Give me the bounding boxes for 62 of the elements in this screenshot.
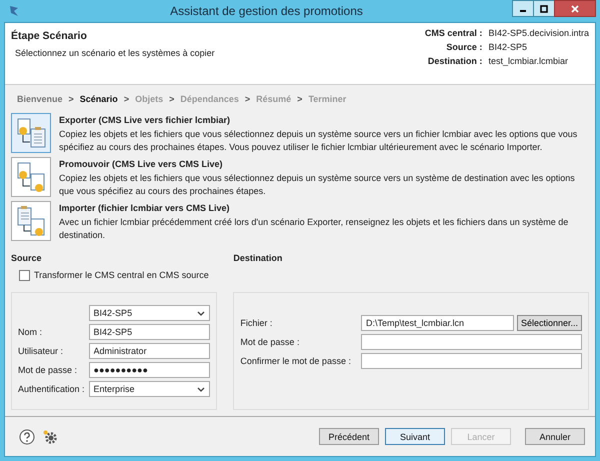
info-value: test_lcmbiar.lcmbiar [488,56,569,66]
scenario-title: Promouvoir (CMS Live vers CMS Live) [59,159,224,170]
field-label: Fichier : [240,318,274,328]
field-label: Authentification : [18,384,86,394]
minimize-button[interactable] [512,0,534,17]
step-label: Terminer [308,94,346,104]
step-separator: > [169,94,174,104]
field-label: Utilisateur : [18,346,64,356]
gear-icon [43,430,57,444]
maximize-button[interactable] [533,0,555,17]
field-label: Confirmer le mot de passe : [240,356,352,366]
step-separator: > [124,94,130,104]
step-label: Bienvenue [17,94,63,104]
app-icon [8,4,20,18]
scenario-button[interactable] [11,113,51,153]
scenario-description: Copiez les objets et les fichiers que vous sélectionnez depuis un système source vers un fichier lcmbiar avec les options que vous spécifiez au cours des prochaines étapes. Vous pouvez utiliser le fichier lcmbiar ultérieurement avec le scénario Importer. [59,128,578,154]
section-heading: Destination [233,253,284,264]
file-path-field[interactable]: D:\Temp\test_lcmbiar.lcn [360,315,514,332]
footer-button[interactable]: Annuler [525,428,585,445]
step-separator: > [68,94,74,104]
scenario-description: Copiez les objets et les fichiers que vous sélectionnez depuis un système source vers un système de destination avec les options que vous spécifiez au cours des prochaines étapes. [59,172,576,198]
close-icon [571,4,579,12]
step-label: Résumé [256,94,292,104]
footer-button[interactable]: Précédent [319,428,379,445]
step-separator: > [244,94,250,104]
text-field[interactable] [360,334,582,350]
step-separator: > [297,94,302,104]
text-field[interactable]: ●●●●●●●●●● [88,362,210,378]
chevron-down-icon [197,386,206,392]
dropdown[interactable]: Enterprise [88,381,210,398]
text-field[interactable]: BI42-SP5 [88,324,210,340]
close-button[interactable] [554,0,596,17]
checkbox[interactable] [19,270,30,281]
footer-button[interactable]: Suivant [385,428,445,445]
help-icon [19,428,35,444]
chevron-down-icon [197,310,206,316]
text-field[interactable] [360,353,582,370]
info-label: Destination : [426,56,482,66]
text-field[interactable]: Administrator [88,343,210,360]
info-label: CMS central : [424,28,482,38]
field-label: Mot de passe : [18,365,78,376]
step-label: Dépendances [180,94,239,104]
window-title: Assistant de gestion des promotions [169,4,364,18]
scenario-button[interactable] [11,157,51,198]
dropdown[interactable]: BI42-SP5 [88,305,210,322]
page-title: Étape Scénario [11,30,88,42]
scenario-title: Exporter (CMS Live vers fichier lcmbiar) [59,115,232,125]
scenario-title: Importer (fichier lcmbiar vers CMS Live) [59,203,231,214]
page-subtitle: Sélectionnez un scénario et les systèmes à copier [15,48,215,58]
step-label: Objets [135,94,164,104]
info-label: Source : [445,42,482,52]
scenario-description: Avec un fichier lcmbiar précédemment créé lors d'un scénario Exporter, renseignez les objets et les fichiers dans un système de destination. [59,216,570,242]
info-value: BI42-SP5 [488,42,528,52]
checkbox-label: Transformer le CMS central en CMS source [34,270,209,280]
info-value: BI42-SP5.decivision.intra [488,28,589,38]
section-heading: Source [11,253,43,264]
browse-button[interactable]: Sélectionner... [516,315,582,332]
step-label: Scénario [80,94,118,104]
scenario-button[interactable] [11,201,51,242]
field-label: Mot de passe : [240,337,300,348]
maximize-icon [540,4,548,12]
field-label: Nom : [18,327,44,338]
